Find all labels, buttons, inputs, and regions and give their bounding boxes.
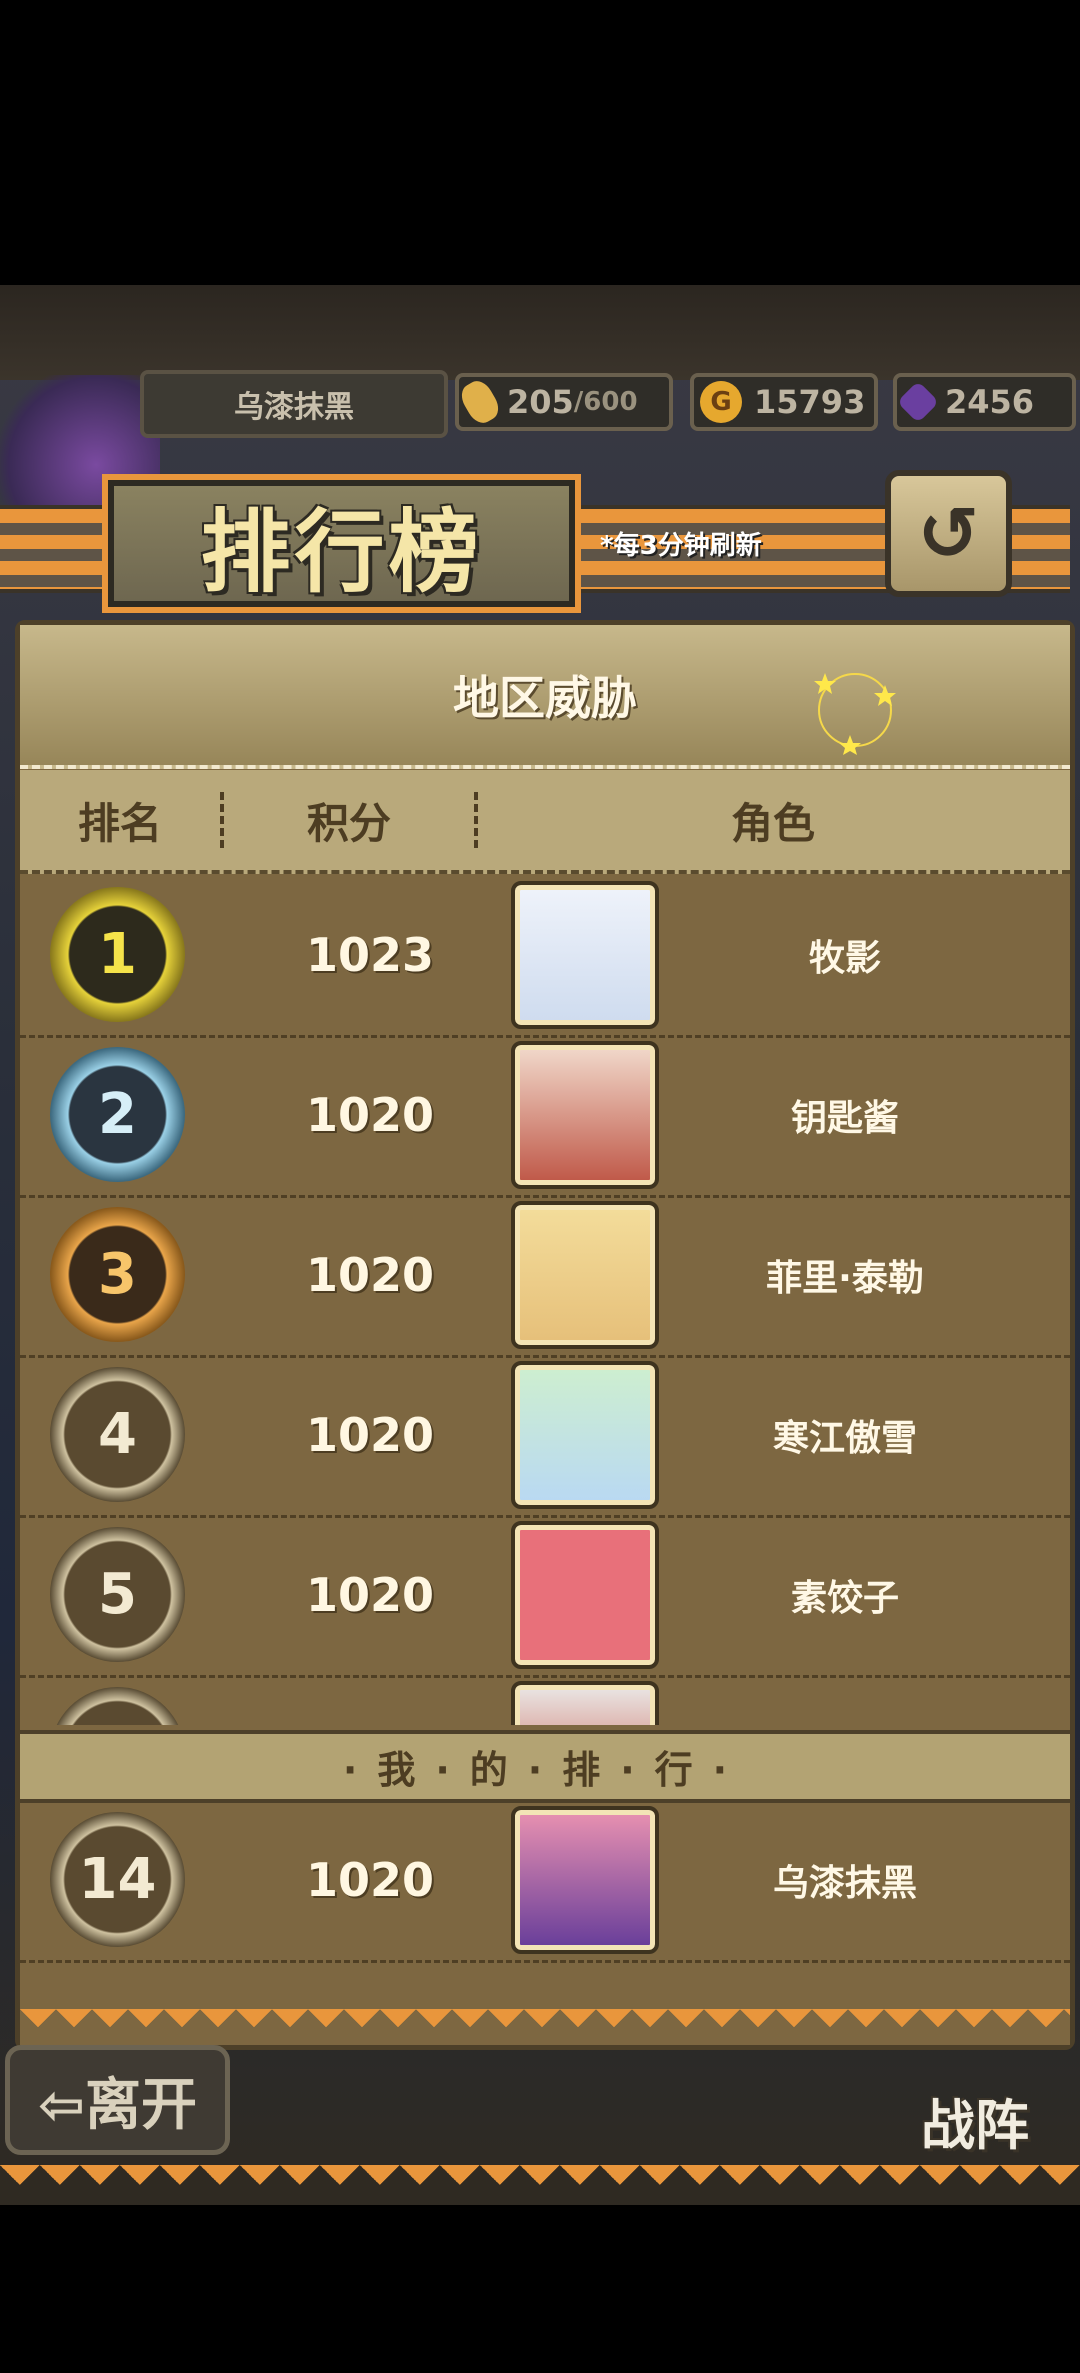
my-name: 乌漆抹黑: [772, 1863, 917, 1904]
rank-row[interactable]: 5 1020 素饺子: [20, 1515, 1070, 1678]
stamina-max: /600: [573, 387, 638, 417]
rank-medal-icon: 4: [50, 1367, 185, 1502]
row-score: 1020: [305, 1568, 435, 1622]
col-score: 积分: [306, 798, 391, 848]
character-name: 牧影: [808, 938, 881, 979]
page-title: 排行榜: [200, 499, 483, 605]
row-score: 1020: [305, 1408, 435, 1462]
row-score: 1023: [305, 928, 435, 982]
my-rank-row[interactable]: 14 1020 乌漆抹黑: [20, 1800, 1070, 1963]
character-name: 寒江傲雪: [772, 1418, 917, 1459]
rank-row[interactable]: 1 1023 牧影: [20, 875, 1070, 1038]
title-banner: 排行榜 *每3分钟刷新 ↺: [0, 460, 1080, 610]
rank-row[interactable]: 4 1020 寒江傲雪: [20, 1355, 1070, 1518]
silver-medal-icon: 2: [50, 1047, 185, 1182]
rank-row[interactable]: [20, 1675, 1070, 1725]
column-header: 排名 积分 角色: [20, 770, 1070, 874]
character-name: 菲里·泰勒: [766, 1258, 924, 1299]
back-button[interactable]: ↺: [885, 470, 1012, 597]
bronze-medal-icon: 3: [50, 1207, 185, 1342]
rank-row[interactable]: 2 1020 钥匙酱: [20, 1035, 1070, 1198]
region-header: 地区威胁: [20, 625, 1070, 769]
rank-medal-icon: 5: [50, 1527, 185, 1662]
my-portrait[interactable]: [511, 1806, 659, 1954]
top-bar: [0, 285, 1080, 380]
player-name: 乌漆抹黑: [140, 370, 448, 438]
col-rank: 排名: [77, 798, 162, 848]
battle-formation-button[interactable]: 战阵: [880, 2030, 1070, 2160]
character-portrait[interactable]: [511, 1041, 659, 1189]
row-score: 1020: [305, 1088, 435, 1142]
stamina-counter[interactable]: 205/600: [455, 373, 673, 431]
rank-medal-icon: [50, 1687, 185, 1725]
character-portrait[interactable]: [511, 1201, 659, 1349]
refresh-note: *每3分钟刷新: [600, 531, 762, 561]
gold-medal-icon: 1: [50, 887, 185, 1022]
gold-counter[interactable]: G 15793: [690, 373, 878, 431]
gold-coin-icon: G: [700, 381, 742, 423]
gem-icon: [896, 380, 940, 424]
character-name: 钥匙酱: [790, 1098, 899, 1139]
row-score: 1020: [305, 1248, 435, 1302]
gem-value: 2456: [945, 383, 1035, 421]
col-character: 角色: [730, 798, 815, 848]
character-portrait[interactable]: [511, 881, 659, 1029]
leave-button[interactable]: ⇦离开: [5, 2045, 230, 2155]
gold-value: 15793: [754, 383, 866, 421]
sparkle-stars-icon: [814, 673, 896, 755]
region-title: 地区威胁: [453, 671, 637, 725]
leaderboard-panel: 地区威胁 排名 积分 角色 1 1023 牧影 2 1020 钥匙酱 3 102…: [15, 620, 1075, 2050]
character-portrait[interactable]: [511, 1681, 659, 1725]
bread-icon: [456, 376, 504, 428]
my-rank-bar: ·我·的·排·行·: [20, 1730, 1070, 1803]
character-portrait[interactable]: [511, 1521, 659, 1669]
rank-row[interactable]: 3 1020 菲里·泰勒: [20, 1195, 1070, 1358]
character-name: 素饺子: [790, 1578, 899, 1619]
gem-counter[interactable]: 2456: [893, 373, 1076, 431]
rank-list[interactable]: 1 1023 牧影 2 1020 钥匙酱 3 1020 菲里·泰勒 4 1020: [20, 875, 1070, 1725]
my-score: 1020: [305, 1853, 435, 1907]
title-plate: 排行榜: [108, 480, 575, 607]
game-screen: 乌漆抹黑 205/600 G 15793 2456 排行榜 *每3分钟刷新 ↺ …: [0, 285, 1080, 2205]
bottom-zigzag-trim: [0, 2165, 1080, 2205]
rank-medal-icon: 14: [50, 1812, 185, 1947]
character-portrait[interactable]: [511, 1361, 659, 1509]
stamina-value: 205: [507, 383, 574, 421]
